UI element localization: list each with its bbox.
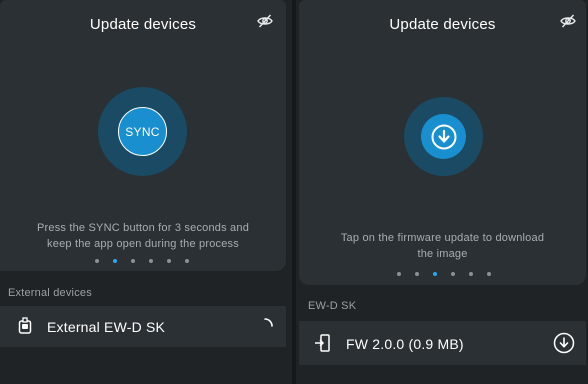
loading-spinner-icon	[256, 317, 274, 335]
page-dot[interactable]	[486, 272, 491, 276]
page-indicator	[0, 259, 286, 263]
device-firmware-icon	[314, 333, 330, 352]
device-list-item[interactable]: External EW-D SK	[0, 306, 286, 347]
page-dot-active[interactable]	[113, 259, 117, 263]
page-dot[interactable]	[131, 259, 135, 263]
card-title: Update devices	[89, 16, 197, 33]
download-icon[interactable]	[553, 332, 575, 354]
page-dot[interactable]	[185, 259, 189, 263]
page-dot[interactable]	[450, 272, 455, 276]
download-icon	[431, 124, 456, 149]
page-dot[interactable]	[396, 272, 401, 276]
page-dot[interactable]	[468, 272, 473, 276]
page-dot[interactable]	[95, 259, 99, 263]
page-dot[interactable]	[149, 259, 153, 263]
page-indicator	[299, 272, 586, 276]
page-dot[interactable]	[167, 259, 171, 263]
device-name: External EW-D SK	[47, 319, 166, 335]
left-screen: Update devices SYNC Press the SYNC butto…	[0, 0, 292, 384]
sync-instructions: Press the SYNC button for 3 seconds and …	[36, 222, 250, 250]
card-title: Update devices	[389, 16, 496, 33]
download-instructions: Tap on the firmware update to download t…	[340, 232, 545, 260]
device-icon	[17, 317, 33, 335]
eye-off-icon[interactable]	[257, 13, 273, 29]
sync-button[interactable]: SYNC	[118, 107, 167, 156]
eye-off-icon[interactable]	[560, 13, 576, 29]
sync-button-label: SYNC	[125, 124, 160, 139]
section-label-external-devices: External devices	[8, 287, 92, 299]
firmware-list-item[interactable]: FW 2.0.0 (0.9 MB)	[299, 321, 586, 365]
update-devices-card: Update devices SYNC Press the SYNC butto…	[0, 0, 286, 271]
right-screen: Update devices Tap on the firmware updat…	[296, 0, 588, 384]
download-circle	[421, 114, 466, 159]
page-dot[interactable]	[414, 272, 419, 276]
section-label-device: EW-D SK	[308, 300, 357, 312]
firmware-name: FW 2.0.0 (0.9 MB)	[346, 336, 464, 352]
page-dot-active[interactable]	[432, 272, 437, 276]
update-devices-card: Update devices Tap on the firmware updat…	[299, 0, 586, 285]
